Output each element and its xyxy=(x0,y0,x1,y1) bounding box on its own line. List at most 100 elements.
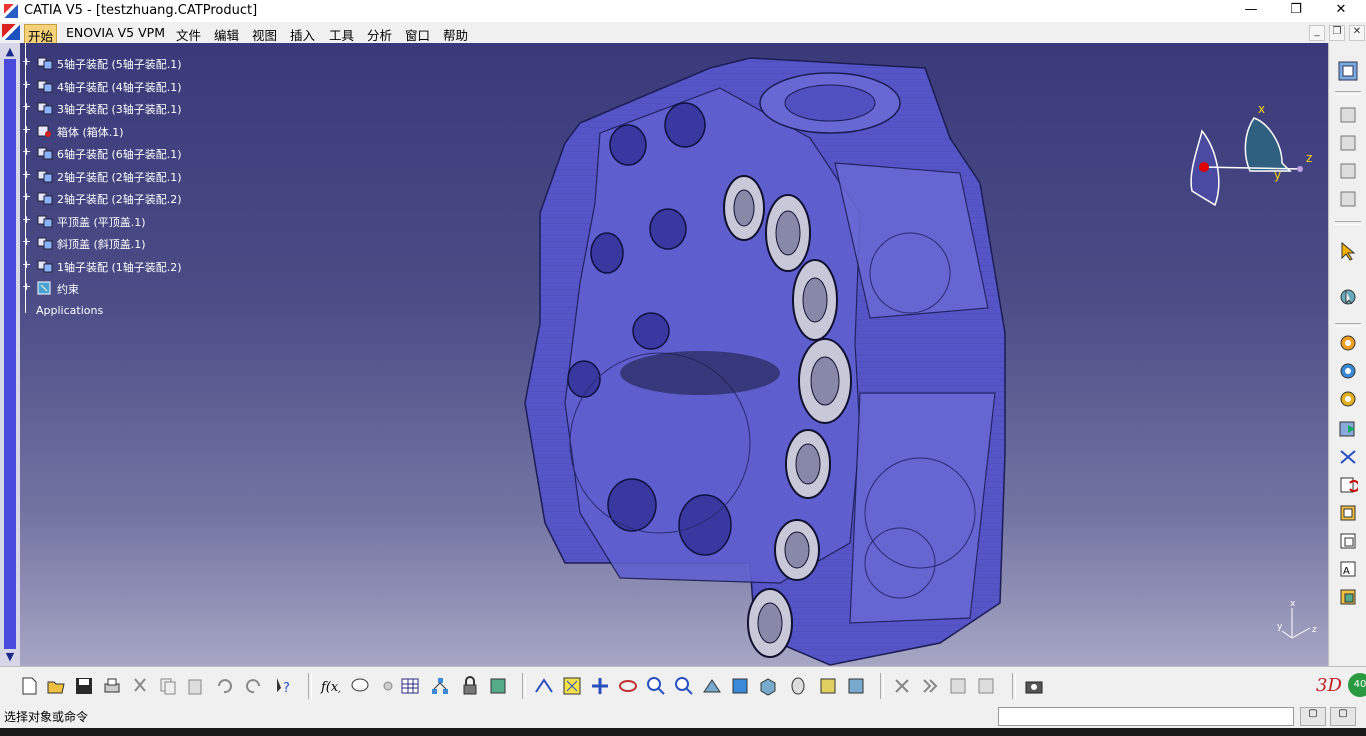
existing-component-icon[interactable] xyxy=(1338,333,1358,353)
expand-icon[interactable]: + xyxy=(22,259,31,270)
render-icon[interactable] xyxy=(892,676,912,696)
scroll-up-icon[interactable]: ▲ xyxy=(3,45,17,59)
whats-this-icon[interactable]: ? xyxy=(274,676,294,696)
open-icon[interactable] xyxy=(46,676,66,696)
redo-icon[interactable] xyxy=(244,676,264,696)
mdi-minimize-button[interactable]: _ xyxy=(1309,25,1325,41)
next-icon[interactable] xyxy=(920,676,940,696)
tree-item-label: 2轴子装配 (2轴子装配.2) xyxy=(57,193,182,206)
assembly-icon xyxy=(37,170,53,183)
new-component-icon[interactable] xyxy=(1338,389,1358,409)
taskbar-strip xyxy=(0,728,1366,736)
cut-icon[interactable] xyxy=(130,676,150,696)
fast-multi-instance-icon[interactable] xyxy=(1338,531,1358,551)
toolbar-separator xyxy=(880,673,884,699)
expand-icon[interactable]: + xyxy=(22,101,31,112)
hierarchy-icon[interactable] xyxy=(430,676,450,696)
hide-show-icon[interactable] xyxy=(818,676,838,696)
restore-button[interactable]: ❐ xyxy=(1281,2,1311,20)
close-button[interactable]: ✕ xyxy=(1326,2,1356,20)
menu-file[interactable]: 文件 xyxy=(173,24,204,45)
tree-scrollbar[interactable]: ▲ ▼ xyxy=(0,43,20,666)
power-input-clear-button[interactable]: ▢ xyxy=(1330,707,1356,726)
measure-icon[interactable] xyxy=(1338,161,1358,181)
expand-icon[interactable]: + xyxy=(22,191,31,202)
replace-icon[interactable] xyxy=(1338,447,1358,467)
expand-icon[interactable]: + xyxy=(22,56,31,67)
menu-help[interactable]: 帮助 xyxy=(440,24,471,45)
expand-icon[interactable]: + xyxy=(22,146,31,157)
new-product-icon[interactable] xyxy=(1338,361,1358,381)
gearbox-model[interactable]: x y z x y z xyxy=(20,43,1328,666)
assembly-icon xyxy=(37,260,53,273)
mdi-close-button[interactable]: ✕ xyxy=(1349,25,1365,41)
command-input[interactable] xyxy=(998,707,1294,726)
menu-analysis[interactable]: 分析 xyxy=(364,24,395,45)
expand-icon[interactable]: + xyxy=(22,124,31,135)
text-annotation-icon[interactable]: A xyxy=(1338,559,1358,579)
menu-enovia[interactable]: ENOVIA V5 VPM xyxy=(63,24,168,41)
shading-icon[interactable] xyxy=(788,676,808,696)
expand-icon[interactable]: + xyxy=(22,236,31,247)
menu-window[interactable]: 窗口 xyxy=(402,24,433,45)
compass-widget[interactable] xyxy=(1190,117,1303,207)
zoom-in-icon[interactable] xyxy=(646,676,666,696)
paste-icon[interactable] xyxy=(186,676,206,696)
power-input-button[interactable]: ▢ xyxy=(1300,707,1326,726)
catalog-icon[interactable] xyxy=(1338,587,1358,607)
tree-item-label: 2轴子装配 (2轴子装配.1) xyxy=(57,171,182,184)
compass-tool-icon[interactable] xyxy=(1338,287,1358,307)
expand-icon[interactable]: + xyxy=(22,79,31,90)
zoom-out-icon[interactable] xyxy=(674,676,694,696)
mdi-restore-button[interactable]: ❐ xyxy=(1329,25,1345,41)
scroll-down-icon[interactable]: ▼ xyxy=(3,650,17,664)
product-icon[interactable] xyxy=(1338,61,1358,81)
copy-icon[interactable] xyxy=(158,676,178,696)
tree-item-label: 1轴子装配 (1轴子装配.2) xyxy=(57,261,182,274)
expand-icon[interactable]: + xyxy=(22,214,31,225)
iso-view-icon[interactable] xyxy=(730,676,750,696)
fly-icon[interactable] xyxy=(534,676,554,696)
3d-viewport[interactable]: x y z x y z + 5轴子装配 (5轴子装配.1) + 4轴子装配 (4… xyxy=(20,43,1328,666)
new-icon[interactable] xyxy=(19,676,39,696)
scroll-track[interactable] xyxy=(4,59,16,649)
window-title: CATIA V5 - [testzhuang.CATProduct] xyxy=(24,3,258,18)
menu-view[interactable]: 视图 xyxy=(249,24,280,45)
fit-all-icon[interactable] xyxy=(562,676,582,696)
lock-icon[interactable] xyxy=(460,676,480,696)
document-icon[interactable] xyxy=(2,24,20,40)
formula-icon[interactable]: f(x) xyxy=(320,676,340,696)
assembly-icon xyxy=(37,192,53,205)
table-icon[interactable] xyxy=(400,676,420,696)
menu-insert[interactable]: 插入 xyxy=(287,24,318,45)
graph-tree-icon[interactable] xyxy=(1338,475,1358,495)
assembly-icon xyxy=(37,102,53,115)
knowledge-icon[interactable] xyxy=(378,676,398,696)
menu-tools[interactable]: 工具 xyxy=(326,24,357,45)
triad-z-label: z xyxy=(1312,625,1317,635)
expand-icon[interactable]: + xyxy=(22,281,31,292)
undo-icon[interactable] xyxy=(214,676,234,696)
swap-space-icon[interactable] xyxy=(846,676,866,696)
print-icon[interactable] xyxy=(102,676,122,696)
spreadsheet-icon[interactable] xyxy=(488,676,508,696)
pan-icon[interactable] xyxy=(590,676,610,696)
section-icon[interactable] xyxy=(1338,189,1358,209)
save-icon[interactable] xyxy=(74,676,94,696)
view-cube-icon[interactable] xyxy=(758,676,778,696)
bom2-icon[interactable] xyxy=(976,676,996,696)
minimize-button[interactable]: — xyxy=(1236,2,1266,20)
menu-edit[interactable]: 编辑 xyxy=(211,24,242,45)
rotate-icon[interactable] xyxy=(618,676,638,696)
normal-view-icon[interactable] xyxy=(702,676,722,696)
clash-icon[interactable] xyxy=(1338,133,1358,153)
generate-numbering-icon[interactable] xyxy=(1338,503,1358,523)
bill-icon[interactable] xyxy=(1338,105,1358,125)
expand-icon[interactable]: + xyxy=(22,169,31,180)
bom-icon[interactable] xyxy=(948,676,968,696)
capture-icon[interactable] xyxy=(1024,676,1044,696)
select-icon[interactable] xyxy=(1338,241,1358,261)
new-part-icon[interactable] xyxy=(1338,419,1358,439)
toolbar-separator xyxy=(1335,323,1361,327)
comment-icon[interactable] xyxy=(350,676,370,696)
